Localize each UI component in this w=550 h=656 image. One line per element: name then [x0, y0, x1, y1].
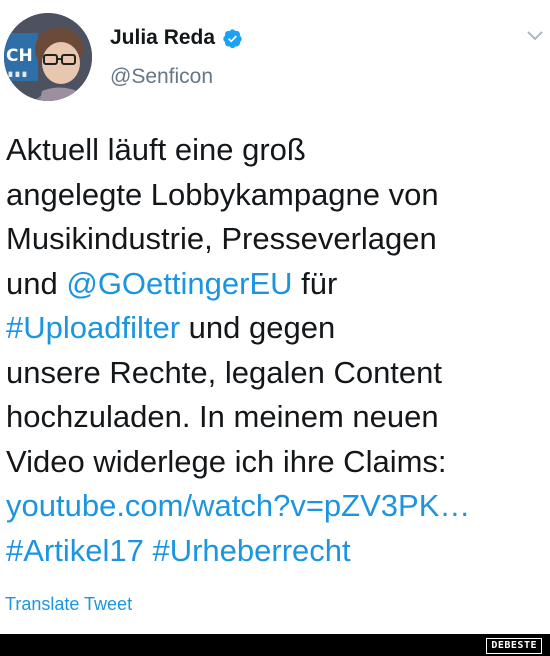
avatar-photo: CH ∎∎∎: [4, 13, 92, 101]
tweet-text-segment: und gegen: [180, 310, 336, 345]
tweet-text-segment: angelegte Lobbykampagne von: [6, 176, 439, 212]
tweet-text-segment: Musikindustrie, Presseverlagen: [6, 221, 437, 256]
watermark-bar: DEBESTE: [0, 634, 550, 656]
tweet-text-line: youtube.com/watch?v=pZV3PK…: [6, 484, 550, 529]
translate-tweet-link[interactable]: Translate Tweet: [5, 594, 132, 615]
tweet-text-line: Aktuell läuft eine groß: [6, 128, 550, 173]
tweet-text-segment: für: [292, 265, 338, 301]
hashtag-link[interactable]: #Urheberrecht: [152, 533, 350, 568]
author-handle[interactable]: @Senficon: [110, 65, 213, 89]
hashtag-link[interactable]: #Uploadfilter: [6, 310, 180, 345]
tweet-text-line: hochzuladen. In meinem neuen: [6, 395, 550, 440]
verified-badge-icon: [223, 28, 242, 48]
tweet-text-line: Video widerlege ich ihre Claims:: [6, 440, 550, 485]
tweet-card: CH ∎∎∎ Julia Reda @Senficon Aktuell läuf…: [0, 0, 550, 634]
svg-text:∎∎∎: ∎∎∎: [7, 67, 28, 80]
mention-link[interactable]: @GOettingerEU: [66, 266, 292, 301]
chevron-down-icon[interactable]: [526, 30, 544, 42]
tweet-text-segment: Aktuell läuft eine groß: [6, 132, 306, 167]
hashtag-link[interactable]: #Artikel17: [6, 533, 144, 568]
svg-text:CH: CH: [6, 46, 33, 66]
tweet-text-segment: unsere Rechte, legalen Content: [6, 354, 443, 390]
tweet-text-line: unsere Rechte, legalen Content: [6, 351, 550, 396]
tweet-text-line: #Artikel17 #Urheberrecht: [6, 529, 550, 574]
tweet-text-line: Musikindustrie, Presseverlagen: [6, 217, 550, 262]
url-link[interactable]: youtube.com/watch?v=pZV3PK…: [6, 488, 470, 523]
tweet-text-segment: Video widerlege ich ihre Claims:: [6, 443, 447, 479]
tweet-text-line: angelegte Lobbykampagne von: [6, 173, 550, 218]
avatar[interactable]: CH ∎∎∎: [4, 13, 92, 101]
author-display-name[interactable]: Julia Reda: [110, 26, 215, 50]
tweet-text-line: #Uploadfilter und gegen: [6, 306, 550, 351]
tweet-text-segment: und: [6, 265, 67, 301]
tweet-text-line: und @GOettingerEU für: [6, 262, 550, 307]
tweet-text-segment: hochzuladen. In meinem neuen: [6, 399, 439, 434]
watermark-logo: DEBESTE: [486, 638, 542, 654]
author-name-row[interactable]: Julia Reda: [110, 26, 243, 50]
tweet-text: Aktuell läuft eine groß angelegte Lobbyka…: [6, 128, 550, 573]
